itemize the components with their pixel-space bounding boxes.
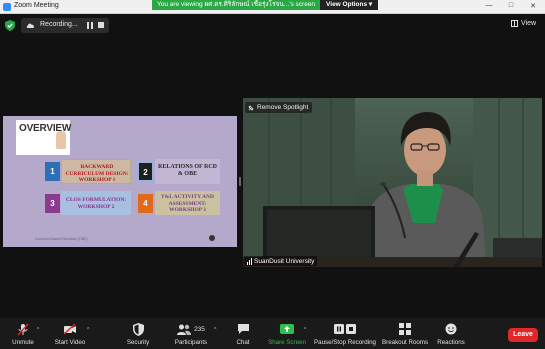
- window-title: Zoom Meeting: [14, 2, 59, 9]
- card-text-4: T&L ACTIVITY AND ASSESSMENT: WORKSHOP 3: [161, 194, 214, 213]
- reactions-smiley-icon: [445, 323, 457, 335]
- view-options-label: View Options: [326, 1, 368, 8]
- stop-icon: [346, 324, 356, 334]
- pause-recording-icon[interactable]: [87, 22, 93, 29]
- card-relations: RELATIONS OF RCD & OBE: [155, 159, 220, 184]
- chat-bubble-icon: [237, 324, 249, 334]
- reactions-label: Reactions: [437, 339, 465, 346]
- pause-stop-recording-button[interactable]: Pause/Stop Recording: [314, 322, 376, 346]
- audio-options-chevron-icon[interactable]: ^: [37, 327, 39, 333]
- unmute-button[interactable]: Unmute: [8, 322, 38, 346]
- shield-icon[interactable]: [5, 20, 15, 31]
- cloud-recording-icon: [26, 23, 34, 28]
- participants-chevron-icon[interactable]: ^: [214, 327, 216, 333]
- slide-footer: Outcome-Based Education (OBE): [35, 237, 88, 241]
- recording-label: Recording...: [40, 21, 78, 28]
- reactions-button[interactable]: Reactions: [436, 322, 466, 346]
- breakout-rooms-button[interactable]: Breakout Rooms: [382, 322, 428, 346]
- card-clos-formulation: CLOS FORMULATION: WORKSHOP 2: [61, 191, 131, 215]
- card-tl-activity: T&L ACTIVITY AND ASSESSMENT: WORKSHOP 3: [155, 191, 220, 215]
- viewing-message: You are viewing ผศ.ดร.ศิริลักษณ์ เชื้อรุ…: [152, 0, 321, 10]
- share-screen-button[interactable]: Share Screen: [268, 322, 306, 346]
- participants-button[interactable]: 235 Participants: [171, 322, 211, 346]
- zoom-window: Zoom Meeting — □ ✕ You are viewing ผศ.ดร…: [0, 0, 545, 349]
- card-number-4: 4: [138, 194, 153, 213]
- video-frame-image: [243, 98, 542, 267]
- pause-stop-recording-label: Pause/Stop Recording: [314, 339, 376, 346]
- card-text-1: BACKWARD CURRICULUM DESIGN: WORKSHOP 1: [65, 164, 129, 183]
- shared-screen: OVERVIEW 1 BACKWARD CURRICULUM DESIGN: W…: [3, 116, 237, 247]
- stop-recording-icon[interactable]: [98, 22, 104, 28]
- start-video-label: Start Video: [54, 339, 86, 346]
- remove-spotlight-label: Remove Spotlight: [257, 104, 309, 111]
- participants-icon: [177, 324, 192, 335]
- participants-count: 235: [194, 325, 205, 333]
- start-video-button[interactable]: Start Video: [52, 322, 88, 346]
- share-screen-label: Share Screen: [268, 339, 306, 346]
- breakout-rooms-icon: [399, 323, 411, 335]
- viewing-banner: You are viewing ผศ.ดร.ศิริลักษณ์ เชื้อรุ…: [152, 0, 379, 10]
- speaker-video: [243, 98, 542, 267]
- split-view-handle[interactable]: [239, 177, 241, 186]
- breakout-rooms-label: Breakout Rooms: [382, 339, 429, 346]
- unmute-label: Unmute: [12, 339, 34, 346]
- view-label: View: [521, 20, 537, 27]
- pointing-hand-image: [56, 131, 66, 149]
- zoom-logo-icon: [3, 3, 11, 11]
- security-label: Security: [126, 339, 150, 346]
- overview-box: OVERVIEW: [16, 120, 71, 155]
- card-backward-design: BACKWARD CURRICULUM DESIGN: WORKSHOP 1: [61, 159, 131, 184]
- audio-signal-icon: [247, 257, 252, 265]
- view-button[interactable]: View: [511, 20, 536, 27]
- close-icon[interactable]: ✕: [528, 2, 538, 10]
- card-number-2: 2: [138, 162, 153, 181]
- recording-indicator: Recording...: [21, 18, 109, 33]
- maximize-icon[interactable]: □: [506, 2, 516, 9]
- microphone-muted-icon: [17, 323, 29, 335]
- grid-view-icon: [511, 20, 518, 27]
- remove-spotlight-button[interactable]: Remove Spotlight: [245, 102, 313, 113]
- participants-label: Participants: [174, 339, 208, 346]
- slide-nav-dot: [209, 235, 215, 241]
- chat-label: Chat: [236, 339, 250, 346]
- card-number-1: 1: [45, 162, 60, 181]
- share-screen-chevron-icon[interactable]: ^: [304, 327, 306, 333]
- video-options-chevron-icon[interactable]: ^: [87, 327, 89, 333]
- spotlight-pin-icon: [248, 104, 254, 111]
- card-text-3: CLOS FORMULATION: WORKSHOP 2: [65, 197, 127, 210]
- pause-icon: [334, 324, 344, 334]
- video-camera-off-icon: [63, 323, 76, 335]
- security-shield-icon: [132, 322, 144, 336]
- share-screen-icon: [280, 324, 294, 334]
- card-number-3: 3: [45, 194, 60, 213]
- minimize-icon[interactable]: —: [484, 2, 494, 9]
- chat-button[interactable]: Chat: [231, 322, 255, 346]
- card-text-2: RELATIONS OF RCD & OBE: [157, 164, 217, 177]
- security-button[interactable]: Security: [123, 322, 153, 346]
- participant-name: SuanDusit University: [254, 257, 315, 265]
- view-options-button[interactable]: View Options ▾: [320, 0, 379, 10]
- participant-name-tag: SuanDusit University: [244, 256, 318, 266]
- leave-button[interactable]: Leave: [508, 328, 538, 342]
